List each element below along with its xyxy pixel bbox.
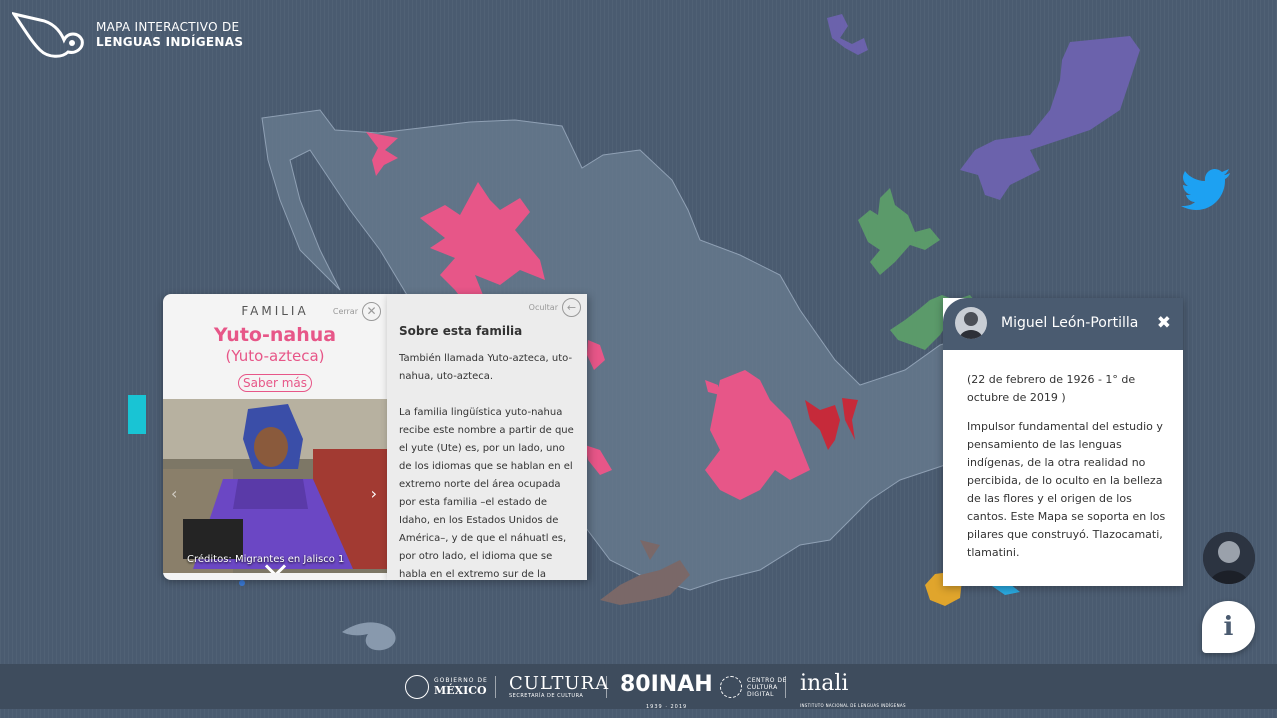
family-alt-name: (Yuto-azteca) — [225, 347, 325, 365]
photo-credit: Créditos: Migrantes en Jalisco 1 — [187, 554, 345, 565]
twitter-icon[interactable] — [1181, 168, 1231, 214]
gob-line1: GOBIERNO DE — [434, 677, 488, 684]
hide-label: Ocultar — [528, 303, 558, 312]
profile-header: Miguel León-Portilla ✖ — [943, 298, 1183, 350]
close-card-button[interactable]: Cerrar ✕ — [333, 302, 381, 321]
gob-line2: MÉXICO — [434, 684, 487, 697]
quetzal-logo-icon — [12, 11, 84, 58]
inah-logo[interactable]: 80INAH 1939 · 2019 — [620, 674, 713, 718]
decorative-swirl — [342, 622, 396, 651]
chevron-left-icon[interactable]: ‹ — [171, 484, 177, 503]
inah-sub: 1939 · 2019 — [646, 704, 688, 710]
footer-divider — [495, 676, 496, 698]
profile-dates: (22 de febrero de 1926 - 1° de octubre d… — [967, 373, 1136, 404]
inah-text: 80INAH — [620, 672, 713, 697]
family-name: Yuto-nahua — [213, 324, 337, 346]
inali-text: inali — [800, 671, 849, 696]
app-title-line1: MAPA INTERACTIVO DE — [96, 20, 240, 34]
app-logo[interactable]: MAPA INTERACTIVO DE LENGUAS INDÍGENAS — [12, 10, 243, 60]
profile-name: Miguel León-Portilla — [1001, 315, 1139, 331]
family-card: FAMILIA Cerrar ✕ Yuto-nahua (Yuto-azteca… — [163, 294, 387, 580]
cultura-text: CULTURA — [509, 673, 610, 694]
seal-icon — [405, 675, 429, 699]
side-tab[interactable] — [128, 395, 146, 434]
profile-avatar-button[interactable] — [1203, 532, 1255, 584]
arrow-left-icon[interactable]: ← — [562, 298, 581, 317]
footer-divider — [785, 676, 786, 698]
ccd-logo[interactable]: CENTRO DE CULTURA DIGITAL — [720, 676, 795, 698]
hide-panel-button[interactable]: Ocultar ← — [529, 298, 581, 317]
inali-sub: INSTITUTO NACIONAL DE LENGUAS INDÍGENAS — [800, 703, 906, 708]
photo-illustration — [163, 399, 387, 573]
gobierno-logo[interactable]: GOBIERNO DE MÉXICO — [405, 675, 488, 699]
profile-bio: Impulsor fundamental del estudio y pensa… — [967, 420, 1166, 559]
info-button[interactable]: i — [1202, 601, 1255, 653]
chevron-right-icon[interactable]: › — [371, 484, 377, 503]
region-purple-big[interactable] — [960, 36, 1140, 200]
footer-divider — [606, 676, 607, 698]
avatar — [955, 307, 987, 339]
saber-mas-button[interactable]: Saber más — [238, 374, 312, 392]
region-blue-dot[interactable] — [239, 580, 245, 586]
region-green-1[interactable] — [858, 188, 940, 275]
cultura-logo[interactable]: CULTURA SECRETARÍA DE CULTURA — [509, 673, 610, 700]
family-info-panel: Ocultar ← Sobre esta familia También lla… — [387, 294, 587, 580]
close-label: Cerrar — [332, 307, 358, 316]
close-icon[interactable]: ✕ — [362, 302, 381, 321]
close-icon[interactable]: ✖ — [1157, 313, 1171, 333]
info-paragraph-2: La familia lingüística yuto-nahua recibe… — [399, 407, 574, 580]
app-title-line2: LENGUAS INDÍGENAS — [96, 35, 244, 49]
ccd-text: CENTRO DE CULTURA DIGITAL — [747, 676, 787, 698]
family-photo: ‹ › Créditos: Migrantes en Jalisco 1 — [163, 399, 387, 573]
ccd-circle-icon — [720, 676, 742, 698]
region-purple-small[interactable] — [827, 14, 868, 55]
info-paragraph-1: También llamada Yuto-azteca, uto-nahua, … — [399, 353, 573, 382]
info-heading: Sobre esta familia — [399, 324, 523, 338]
inali-logo[interactable]: inali INSTITUTO NACIONAL DE LENGUAS INDÍ… — [800, 673, 906, 717]
footer: GOBIERNO DE MÉXICO CULTURA SECRETARÍA DE… — [0, 664, 1277, 710]
profile-card: Miguel León-Portilla ✖ (22 de febrero de… — [943, 298, 1183, 586]
info-body[interactable]: También llamada Yuto-azteca, uto-nahua, … — [399, 350, 577, 580]
